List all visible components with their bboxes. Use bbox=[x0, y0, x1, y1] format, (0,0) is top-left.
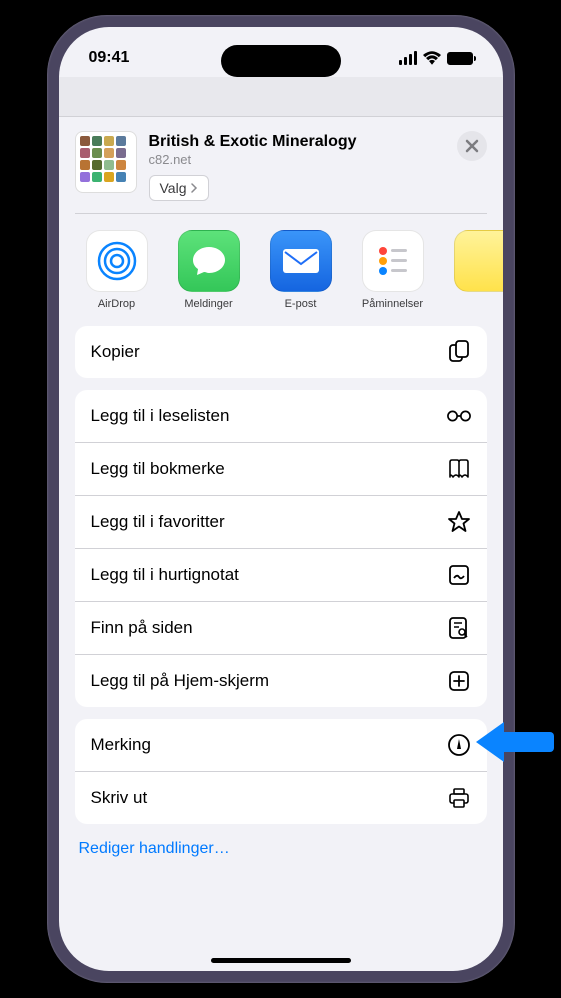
page-thumbnail bbox=[75, 131, 137, 193]
mail-icon bbox=[280, 246, 322, 276]
chevron-right-icon bbox=[190, 183, 198, 193]
options-button[interactable]: Valg bbox=[149, 175, 210, 201]
actions-content: Kopier Legg til i leselisten Legg til bo… bbox=[59, 326, 503, 882]
app-messages[interactable]: Meldinger bbox=[173, 230, 245, 310]
airdrop-icon bbox=[95, 239, 139, 283]
action-reading-list[interactable]: Legg til i leselisten bbox=[75, 390, 487, 442]
battery-icon bbox=[447, 52, 473, 65]
home-indicator[interactable] bbox=[211, 958, 351, 963]
action-group-copy: Kopier bbox=[75, 326, 487, 378]
action-label: Legg til i favoritter bbox=[91, 512, 225, 532]
action-add-to-homescreen[interactable]: Legg til på Hjem-skjerm bbox=[75, 654, 487, 707]
app-reminders[interactable]: Påminnelser bbox=[357, 230, 429, 310]
phone-frame: 09:41 bbox=[47, 15, 515, 983]
action-group-bottom: Merking Skriv ut bbox=[75, 719, 487, 824]
action-label: Legg til bokmerke bbox=[91, 459, 225, 479]
options-label: Valg bbox=[160, 180, 187, 196]
action-label: Kopier bbox=[91, 342, 140, 362]
callout-arrow bbox=[476, 722, 556, 762]
app-label: Påminnelser bbox=[362, 298, 423, 310]
action-find-on-page[interactable]: Finn på siden bbox=[75, 601, 487, 654]
action-print[interactable]: Skriv ut bbox=[75, 771, 487, 824]
notch bbox=[221, 45, 341, 77]
app-label: Meldinger bbox=[184, 298, 232, 310]
share-header-info: British & Exotic Mineralogy c82.net Valg bbox=[149, 131, 445, 201]
action-bookmark[interactable]: Legg til bokmerke bbox=[75, 442, 487, 495]
close-button[interactable] bbox=[457, 131, 487, 161]
close-icon bbox=[465, 139, 479, 153]
action-markup[interactable]: Merking bbox=[75, 719, 487, 771]
cellular-signal-icon bbox=[399, 51, 417, 65]
action-label: Legg til i hurtignotat bbox=[91, 565, 239, 585]
action-copy[interactable]: Kopier bbox=[75, 326, 487, 378]
screen: 09:41 bbox=[59, 27, 503, 971]
find-icon bbox=[447, 616, 471, 640]
underlying-view bbox=[59, 77, 503, 117]
copy-icon bbox=[447, 340, 471, 364]
share-subtitle: c82.net bbox=[149, 152, 445, 167]
action-quicknote[interactable]: Legg til i hurtignotat bbox=[75, 548, 487, 601]
action-label: Legg til i leselisten bbox=[91, 406, 230, 426]
share-sheet-header: British & Exotic Mineralogy c82.net Valg bbox=[59, 117, 503, 213]
action-label: Merking bbox=[91, 735, 151, 755]
print-icon bbox=[447, 786, 471, 810]
app-airdrop[interactable]: AirDrop bbox=[81, 230, 153, 310]
share-apps-row[interactable]: AirDrop Meldinger E-post bbox=[59, 214, 503, 326]
messages-icon bbox=[190, 243, 228, 279]
status-indicators bbox=[399, 51, 473, 65]
app-label: AirDrop bbox=[98, 298, 135, 310]
reminders-icon bbox=[373, 241, 413, 281]
edit-actions-link[interactable]: Rediger handlinger… bbox=[75, 836, 487, 866]
action-favorites[interactable]: Legg til i favoritter bbox=[75, 495, 487, 548]
reading-list-icon bbox=[447, 404, 471, 428]
app-notes-partial[interactable] bbox=[449, 230, 503, 310]
action-label: Skriv ut bbox=[91, 788, 148, 808]
action-label: Finn på siden bbox=[91, 618, 193, 638]
add-to-homescreen-icon bbox=[447, 669, 471, 693]
wifi-icon bbox=[423, 51, 441, 65]
app-mail[interactable]: E-post bbox=[265, 230, 337, 310]
markup-icon bbox=[447, 733, 471, 757]
star-icon bbox=[447, 510, 471, 534]
action-group-main: Legg til i leselisten Legg til bokmerke … bbox=[75, 390, 487, 707]
status-time: 09:41 bbox=[89, 49, 130, 67]
share-title: British & Exotic Mineralogy bbox=[149, 133, 445, 151]
bookmark-icon bbox=[447, 457, 471, 481]
app-label: E-post bbox=[285, 298, 317, 310]
action-label: Legg til på Hjem-skjerm bbox=[91, 671, 270, 691]
quicknote-icon bbox=[447, 563, 471, 587]
